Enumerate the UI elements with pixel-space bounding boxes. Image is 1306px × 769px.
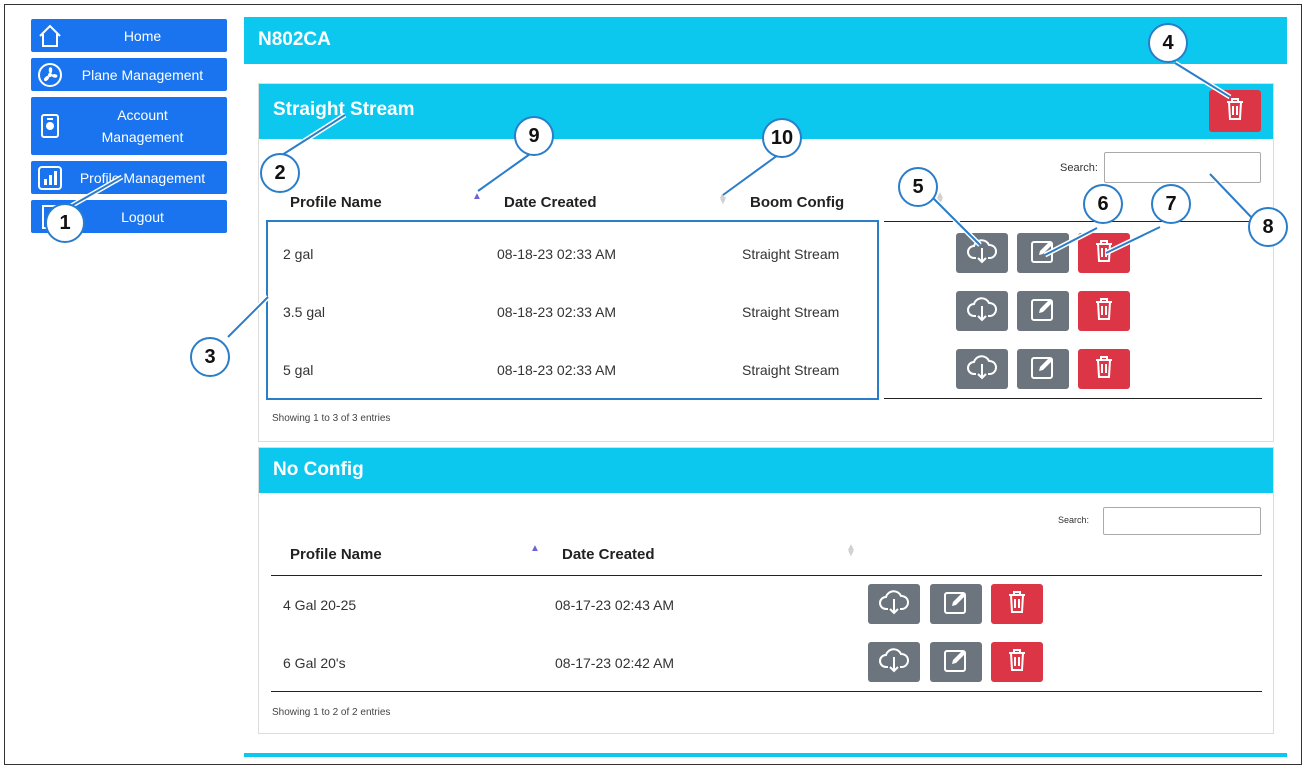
callout-3: 3 (190, 337, 230, 377)
callout-4: 4 (1148, 23, 1188, 63)
callout-1: 1 (45, 203, 85, 243)
callout-8: 8 (1248, 207, 1288, 247)
callout-leader-lines (62, 60, 1254, 339)
callout-7: 7 (1151, 184, 1191, 224)
callout-10: 10 (762, 118, 802, 158)
callout-9: 9 (514, 116, 554, 156)
callout-6: 6 (1083, 184, 1123, 224)
callout-5: 5 (898, 167, 938, 207)
callout-2: 2 (260, 153, 300, 193)
